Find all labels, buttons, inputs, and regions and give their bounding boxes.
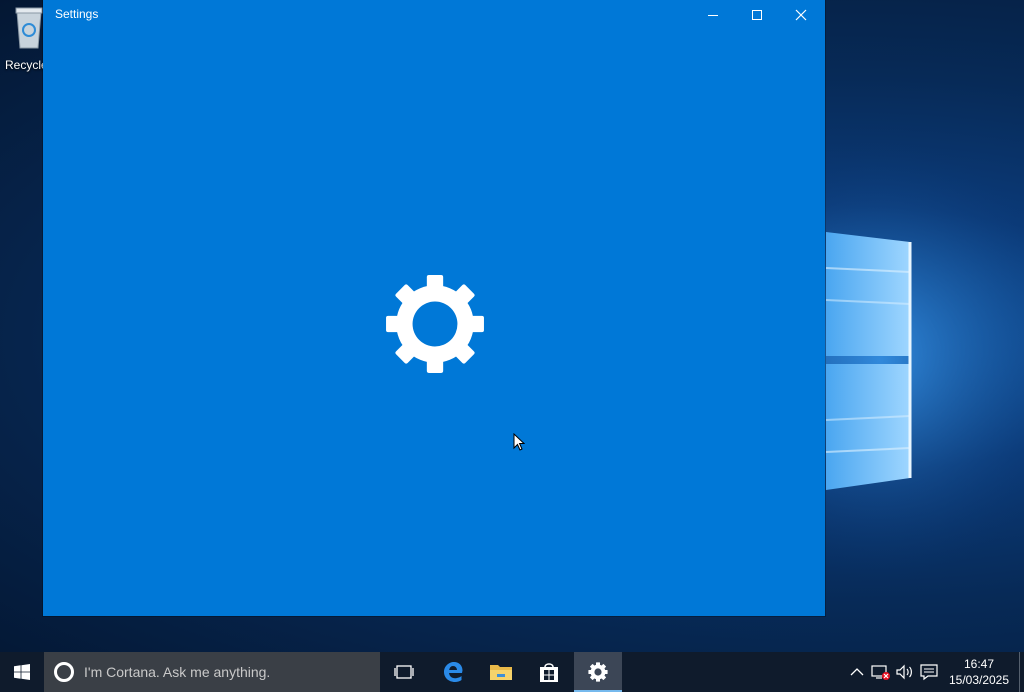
clock-time: 16:47 — [963, 657, 995, 671]
minimize-button[interactable] — [691, 0, 735, 30]
cortana-icon — [54, 662, 74, 682]
maximize-icon — [752, 10, 762, 20]
network-button[interactable] — [870, 652, 892, 692]
store-icon — [540, 663, 558, 682]
notifications-icon — [920, 664, 938, 681]
taskbar: I'm Cortana. Ask me anything. 16:47 15/0… — [0, 652, 1024, 692]
desktop-icon-recycle-bin[interactable]: Recycle — [0, 4, 48, 74]
clock-date: 15/03/2025 — [948, 673, 1010, 687]
close-button[interactable] — [779, 0, 823, 30]
edge-icon — [444, 662, 463, 682]
show-desktop-button[interactable] — [1019, 652, 1024, 692]
volume-button[interactable] — [895, 652, 915, 692]
taskbar-store[interactable] — [525, 652, 573, 692]
maximize-button[interactable] — [735, 0, 779, 30]
window-titlebar[interactable]: Settings — [43, 0, 825, 30]
window-title: Settings — [55, 7, 99, 21]
task-view-icon — [394, 665, 414, 679]
search-placeholder: I'm Cortana. Ask me anything. — [84, 664, 271, 680]
taskbar-edge[interactable] — [429, 652, 477, 692]
gear-icon — [588, 662, 608, 682]
action-center-button[interactable] — [918, 652, 940, 692]
mouse-cursor-icon — [513, 433, 525, 451]
taskbar-task-view[interactable] — [380, 652, 428, 692]
windows-start-icon — [14, 664, 30, 680]
settings-window[interactable]: Settings — [43, 0, 825, 616]
minimize-icon — [708, 15, 718, 16]
volume-icon — [896, 664, 912, 680]
taskbar-file-explorer[interactable] — [477, 652, 525, 692]
taskbar-settings[interactable] — [574, 652, 622, 692]
folder-icon — [490, 665, 512, 680]
desktop-icon-label: Recycle — [5, 58, 48, 72]
start-button[interactable] — [0, 652, 44, 692]
recycle-bin-icon — [15, 7, 43, 49]
chevron-up-icon — [850, 668, 864, 676]
show-hidden-icons-button[interactable] — [848, 652, 866, 692]
network-disconnected-icon — [871, 665, 890, 680]
gear-icon — [386, 275, 484, 373]
cortana-search-box[interactable]: I'm Cortana. Ask me anything. — [44, 652, 380, 692]
taskbar-clock[interactable]: 16:47 15/03/2025 — [944, 656, 1014, 688]
close-icon — [795, 9, 807, 21]
